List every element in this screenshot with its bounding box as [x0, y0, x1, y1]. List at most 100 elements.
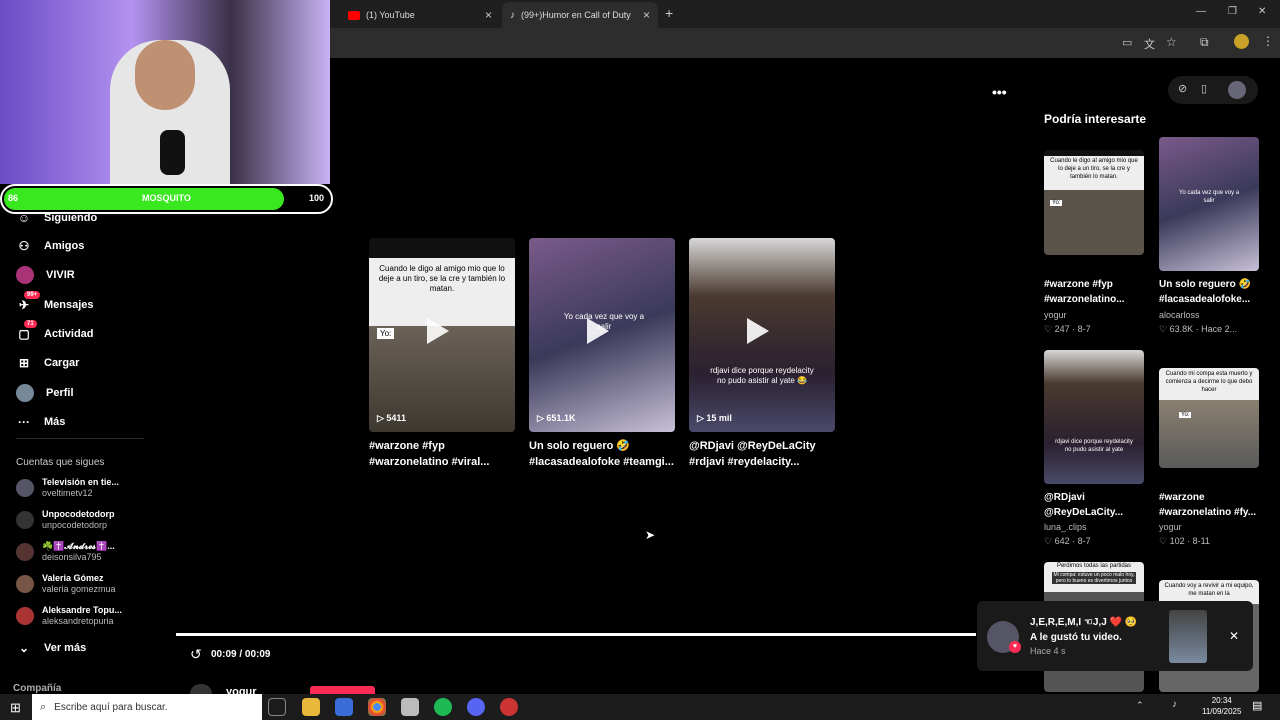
following-account[interactable]: Aleksandre Topu... aleksandretopuria [16, 605, 122, 627]
tab-tiktok-active[interactable]: ♪ (99+)Humor en Call of Duty W... × [502, 2, 658, 28]
cast-icon[interactable]: ▭ [1122, 36, 1132, 49]
taskbar-search-box[interactable]: ⌕ Escribe aquí para buscar. [32, 694, 262, 720]
following-account[interactable]: Valeria Gómez valeria gomezmua [16, 573, 116, 595]
recommend-author[interactable]: luna_.clips [1044, 521, 1154, 534]
more-options-icon[interactable]: ••• [992, 84, 1007, 100]
play-icon [747, 318, 769, 344]
thumb-tag: Yo: [1050, 200, 1063, 206]
health-name: MOSQUITO [142, 193, 191, 203]
progress-track[interactable] [176, 633, 976, 636]
end-video-title[interactable]: #warzone #fyp #warzonelatino #viral... [369, 438, 515, 470]
recommend-meta: ♡ 102 · 8-11 [1159, 536, 1210, 546]
file-explorer-icon[interactable] [302, 698, 320, 716]
follow-button[interactable] [310, 686, 375, 694]
search-icon: ⌕ [40, 700, 47, 713]
notification-center-icon[interactable]: ▤ [1252, 699, 1262, 712]
sidebar-item-more[interactable]: ··· Más [16, 410, 65, 434]
recommend-author[interactable]: yogur [1044, 309, 1154, 322]
view-count-value: 15 mil [706, 413, 732, 423]
new-tab-button[interactable]: + [665, 5, 673, 21]
user-avatar[interactable] [1228, 81, 1246, 99]
close-window-button[interactable]: ✕ [1258, 6, 1266, 17]
task-view-icon[interactable] [268, 698, 286, 716]
end-video-card[interactable]: rdjavi dice porque reydelacity no pudo a… [689, 238, 835, 432]
sidebar-item-upload[interactable]: ⊞ Cargar [16, 351, 80, 375]
recommend-meta: ♡ 247 · 8-7 [1044, 324, 1091, 334]
browser-menu-icon[interactable]: ⋮ [1262, 34, 1274, 48]
app-icon[interactable] [401, 698, 419, 716]
sidebar-item-profile[interactable]: Perfil [16, 381, 74, 405]
spotify-icon[interactable] [434, 698, 452, 716]
recommend-title[interactable]: #warzone #fyp #warzonelatino... [1044, 277, 1154, 307]
translate-icon[interactable]: 文 [1144, 36, 1155, 52]
notification-user: J,E,R,E,M,I ☜J,J ❤️ 🥺 [1030, 617, 1138, 628]
chevron-down-icon: ⌄ [18, 641, 30, 655]
sidebar-item-messages[interactable]: ✈ 99+ Mensajes [16, 291, 94, 317]
compass-icon[interactable]: ⊘ [1178, 82, 1187, 95]
store-icon[interactable] [335, 698, 353, 716]
following-account[interactable]: ☘️✝️𝓐𝓷𝓭𝓻𝓮𝓼✝️... deisonsilva795 [16, 541, 115, 563]
replay-icon[interactable]: ↺ [190, 646, 202, 663]
minimize-button[interactable]: — [1196, 6, 1206, 17]
recommend-author[interactable]: alocarloss [1159, 309, 1269, 322]
progress-fill [176, 633, 976, 636]
footer-company-link[interactable]: Compañía [13, 683, 61, 694]
recommend-video-thumb[interactable]: Yo cada vez que voy a salir [1159, 137, 1259, 271]
notification-time: Hace 4 s [1030, 646, 1066, 656]
profile-avatar[interactable] [1234, 34, 1249, 49]
thumb-caption: Cuando voy a revivir a mi equipo, me mat… [1164, 583, 1254, 597]
notification-thumbnail [1169, 610, 1207, 663]
chrome-icon[interactable] [368, 698, 386, 716]
sidebar-item-live[interactable]: VIVIR [16, 263, 75, 287]
taskbar-clock[interactable]: 20:34 11/09/2025 [1202, 695, 1241, 717]
avatar [16, 511, 34, 529]
video-caption: rdjavi dice porque reydelacity no pudo a… [710, 366, 814, 385]
recommend-video-thumb[interactable]: Cuando le digo al amigo mio que lo deje … [1044, 150, 1144, 255]
sidebar-item-friends[interactable]: ⚇ Amigos [16, 234, 85, 258]
following-account[interactable]: Televisión en tie... oveltimetv12 [16, 477, 119, 499]
end-video-card[interactable]: Yo cada vez que voy a salir ▷ 651.1K [529, 238, 675, 432]
activity-icon: ▢ 71 [16, 320, 37, 342]
obs-icon[interactable] [500, 698, 518, 716]
recommend-title[interactable]: Un solo reguero 🤣 #lacasadealofoke... [1159, 277, 1269, 307]
play-icon [587, 318, 609, 344]
end-video-title[interactable]: Un solo reguero 🤣 #lacasadealofoke #team… [529, 438, 675, 470]
tray-chevron-icon[interactable]: ⌃ [1136, 700, 1144, 711]
sidebar-item-activity[interactable]: ▢ 71 Actividad [16, 320, 94, 346]
recommend-author[interactable]: yogur [1159, 521, 1269, 534]
following-account[interactable]: Unpocodetodorp unpocodetodorp [16, 509, 115, 531]
tab-youtube[interactable]: (1) YouTube × [340, 4, 500, 26]
end-video-card[interactable]: Cuando le digo al amigo mio que lo deje … [369, 238, 515, 432]
author-avatar[interactable] [190, 684, 212, 694]
health-right-value: 100 [309, 193, 325, 203]
see-more-button[interactable]: ⌄ Ver más [16, 636, 86, 660]
avatar [16, 575, 34, 593]
live-icon [16, 266, 34, 284]
account-name: Televisión en tie... [42, 477, 119, 487]
bookmark-star-icon[interactable]: ☆ [1166, 35, 1177, 49]
recommend-title[interactable]: #warzone #warzonelatino #fy... [1159, 490, 1269, 520]
account-name: Unpocodetodorp [42, 509, 115, 519]
account-handle: valeria gomezmua [42, 584, 116, 594]
tiktok-icon: ♪ [510, 9, 515, 21]
microphone [160, 130, 185, 175]
close-notification-icon[interactable]: ✕ [1229, 629, 1239, 643]
extensions-icon[interactable]: ⧉ [1200, 35, 1209, 50]
recommend-video-thumb[interactable]: rdjavi dice porque reydelacity no pudo a… [1044, 350, 1144, 484]
avatar [16, 543, 34, 561]
phone-icon[interactable]: ▯ [1201, 82, 1207, 95]
sidebar-item-label: VIVIR [46, 269, 75, 281]
close-tab-icon[interactable]: × [643, 8, 650, 22]
close-tab-icon[interactable]: × [485, 8, 492, 22]
end-video-title[interactable]: @RDjavi @ReyDeLaCity #rdjavi #reydelacit… [689, 438, 835, 470]
restore-button[interactable]: ❐ [1228, 6, 1237, 17]
recommend-meta: ♡ 63.8K · Hace 2... [1159, 324, 1238, 334]
discord-icon[interactable] [467, 698, 485, 716]
recommend-title[interactable]: @RDjavi @ReyDeLaCity... [1044, 490, 1154, 520]
like-notification[interactable]: ♥ J,E,R,E,M,I ☜J,J ❤️ 🥺 A le gustó tu vi… [977, 601, 1253, 671]
volume-icon[interactable]: ♪ [1172, 699, 1177, 710]
sidebar-item-following[interactable]: ☺ Siguiendo [16, 206, 97, 230]
more-icon: ··· [18, 415, 30, 429]
recommend-video-thumb[interactable]: Cuando mi compa esta muerto y comienza a… [1159, 368, 1259, 468]
windows-start-icon[interactable]: ⊞ [10, 700, 21, 716]
